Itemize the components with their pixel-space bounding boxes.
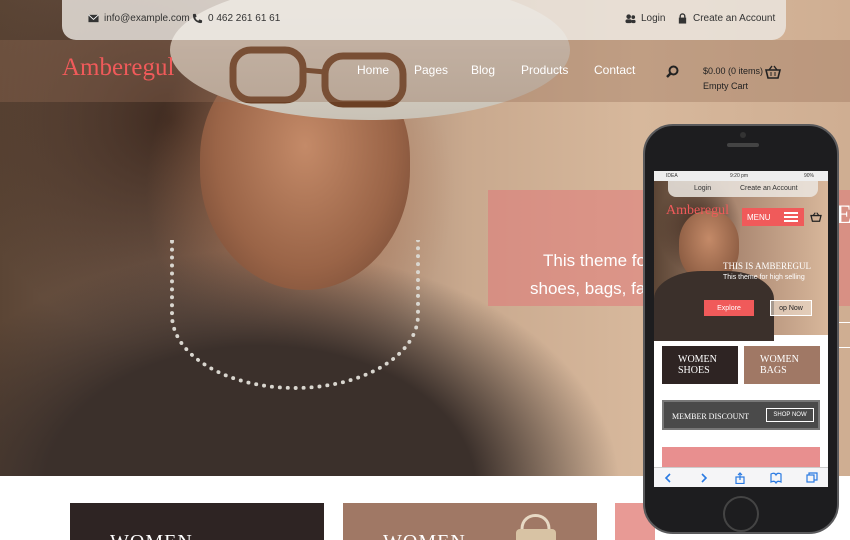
mobile-slide-title: THIS IS AMBEREGUL [723,261,812,271]
phone-mockup: IDEA 9:20 pm 90% Login Create an Account… [643,124,839,534]
phone-screen: IDEA 9:20 pm 90% Login Create an Account… [654,171,828,487]
create-account-link[interactable]: Create an Account [677,13,775,24]
mobile-shop-now-button[interactable]: op Now [770,300,812,316]
slider-caption-line-1: This theme fo [543,251,646,270]
hamburger-icon [784,212,798,222]
share-icon[interactable] [734,472,746,484]
lock-icon [678,13,687,24]
mobile-top-bar: Login Create an Account [668,181,818,197]
mobile-login[interactable]: Login [694,185,711,192]
mobile-member-discount-banner[interactable]: MEMBER DISCOUNT SHOP NOW [662,400,820,430]
phone-text: 0 462 261 61 61 [208,13,281,24]
mobile-card-women-shoes[interactable]: WOMEN SHOES [662,346,738,384]
users-icon [625,14,636,24]
browser-toolbar [654,467,828,487]
member-discount-label: MEMBER DISCOUNT [672,412,750,421]
slider-button[interactable] [838,322,850,348]
nav-item-blog[interactable]: Blog [471,63,495,77]
mobile-create-account[interactable]: Create an Account [740,185,798,192]
phone-status-bar: IDEA 9:20 pm 90% [654,171,828,181]
mobile-card-title: WOMEN SHOES [678,354,717,376]
phone-link[interactable]: 0 462 261 61 61 [192,13,280,24]
slider-caption-line-2: shoes, bags, fas [530,279,654,298]
mail-icon [88,14,99,23]
mobile-card-women-bags[interactable]: WOMEN BAGS [744,346,820,384]
category-title: WOMEN [110,531,193,540]
cart-status: Empty Cart [703,81,749,91]
nav-item-home[interactable]: Home [357,63,389,77]
nav-item-contact[interactable]: Contact [594,63,635,77]
category-card-women-bags[interactable]: WOMEN [343,503,597,540]
mobile-logo[interactable]: Amberegul [666,203,729,219]
create-account-label: Create an Account [693,13,776,24]
nav-item-pages[interactable]: Pages [414,63,448,77]
tabs-icon[interactable] [806,472,818,484]
member-shop-now-button[interactable]: SHOP NOW [766,408,814,422]
nav-item-products[interactable]: Products [521,63,568,77]
phone-icon [192,13,203,24]
email-link[interactable]: info@example.com [88,13,190,24]
mobile-slide-subtitle: This theme for high selling [723,274,805,281]
time-label: 9:20 pm [730,173,749,179]
phone-home-button[interactable] [723,496,759,532]
mobile-menu-label: MENU [747,212,771,222]
carrier-label: IDEA [666,173,678,179]
basket-icon[interactable] [765,65,781,79]
top-info-bar: info@example.com 0 462 261 61 61 Login C… [62,0,786,40]
bookmarks-icon[interactable] [770,472,782,484]
mobile-promo-card[interactable] [662,447,820,467]
mobile-basket-icon[interactable] [810,212,822,222]
category-title: WOMEN [383,531,466,540]
handbag-image [516,514,556,540]
mobile-card-title: WOMEN BAGS [760,354,799,376]
email-text: info@example.com [104,13,190,24]
forward-icon[interactable] [698,472,710,484]
back-icon[interactable] [662,472,674,484]
mobile-menu-button[interactable]: MENU [742,208,804,226]
login-link[interactable]: Login [625,13,665,24]
site-logo[interactable]: Amberegul [62,54,174,82]
search-icon[interactable] [666,65,679,78]
mobile-explore-button[interactable]: Explore [704,300,754,316]
category-card-women-shoes[interactable]: WOMEN [70,503,324,540]
battery-label: 90% [804,173,815,179]
login-label: Login [641,13,666,24]
cart-amount[interactable]: $0.00 (0 items) [703,66,763,76]
